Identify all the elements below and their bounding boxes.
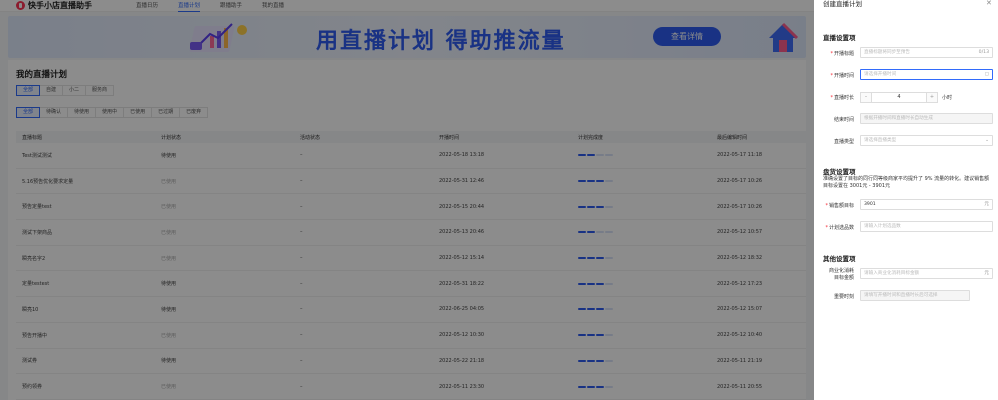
drawer-title: 创建直播计划 — [823, 0, 862, 8]
live-type-select[interactable]: 请选择直播类型 ⌄ — [860, 135, 993, 146]
duration-increase-button[interactable]: + — [927, 93, 937, 102]
calendar-icon: ▢ — [984, 72, 989, 77]
start-time-picker[interactable]: 请选择开播时间 ▢ — [860, 69, 993, 80]
title-input[interactable]: 直播标题将同步至预告 0/13 — [860, 47, 993, 58]
create-plan-drawer: 创建直播计划 ✕ 直播设置项 *开播标题 直播标题将同步至预告 0/13 *开播时… — [814, 0, 998, 400]
modal-mask[interactable] — [0, 0, 814, 400]
title-field-label: *开播标题 — [830, 51, 854, 57]
sales-target-label: *销售额目标 — [825, 203, 854, 209]
live-type-label: 直播类型 — [833, 139, 854, 145]
biz-cost-input[interactable]: 请输入商业化消耗目标金额元 — [860, 268, 993, 279]
duration-value[interactable]: 4 — [871, 93, 927, 102]
key-moment-label: 重要时刻 — [833, 294, 854, 300]
sales-target-input[interactable]: 3901 元 — [860, 199, 993, 210]
close-icon[interactable]: ✕ — [986, 0, 992, 7]
key-moment-select: 请填写开播时间和直播时长后可选择 — [860, 290, 970, 301]
duration-label: *直播时长 — [830, 95, 854, 101]
duration-decrease-button[interactable]: – — [861, 93, 871, 102]
start-time-label: *开播时间 — [830, 73, 854, 79]
chevron-down-icon: ⌄ — [985, 138, 989, 143]
duration-stepper[interactable]: – 4 + — [860, 92, 938, 103]
section-title-live: 直播设置项 — [823, 34, 856, 42]
section-title-other: 其他设置项 — [823, 255, 856, 263]
biz-cost-label: 商业化消耗 目标金额 — [828, 268, 854, 281]
duration-unit: 小时 — [942, 95, 953, 101]
end-time-input: 根据开播时间和直播时长自动生成 — [860, 113, 993, 124]
goods-count-input[interactable]: 请输入计划选品数 — [860, 221, 993, 232]
goods-count-label: *计划选品数 — [825, 225, 854, 231]
sales-hint-text: 准确设置了目标的同行同等级商家平均提升了 9% 流量的转化。建议销售额目标设置在… — [823, 176, 990, 189]
section-title-goods: 盘货设置项 — [823, 168, 856, 176]
end-time-label: 结束时间 — [833, 117, 854, 123]
